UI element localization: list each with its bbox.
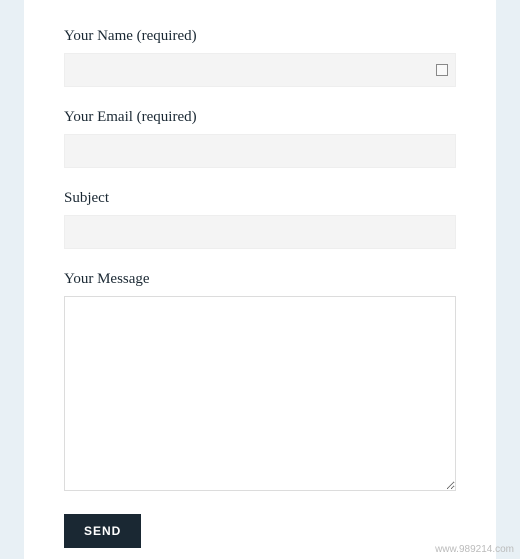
email-field-group: Your Email (required) [64,109,456,168]
contact-form: Your Name (required) Your Email (require… [64,28,456,548]
subject-input[interactable] [64,215,456,249]
name-input-wrap [64,53,456,87]
subject-field-group: Subject [64,190,456,249]
subject-label: Subject [64,190,456,207]
message-textarea[interactable] [64,296,456,491]
watermark-text: www.989214.com [435,544,514,555]
email-label: Your Email (required) [64,109,456,126]
name-label: Your Name (required) [64,28,456,45]
autofill-icon [436,64,448,76]
message-label: Your Message [64,271,456,288]
send-button[interactable]: SEND [64,514,141,548]
name-field-group: Your Name (required) [64,28,456,87]
email-input[interactable] [64,134,456,168]
name-input[interactable] [64,53,456,87]
message-field-group: Your Message [64,271,456,496]
contact-form-card: Your Name (required) Your Email (require… [24,0,496,559]
